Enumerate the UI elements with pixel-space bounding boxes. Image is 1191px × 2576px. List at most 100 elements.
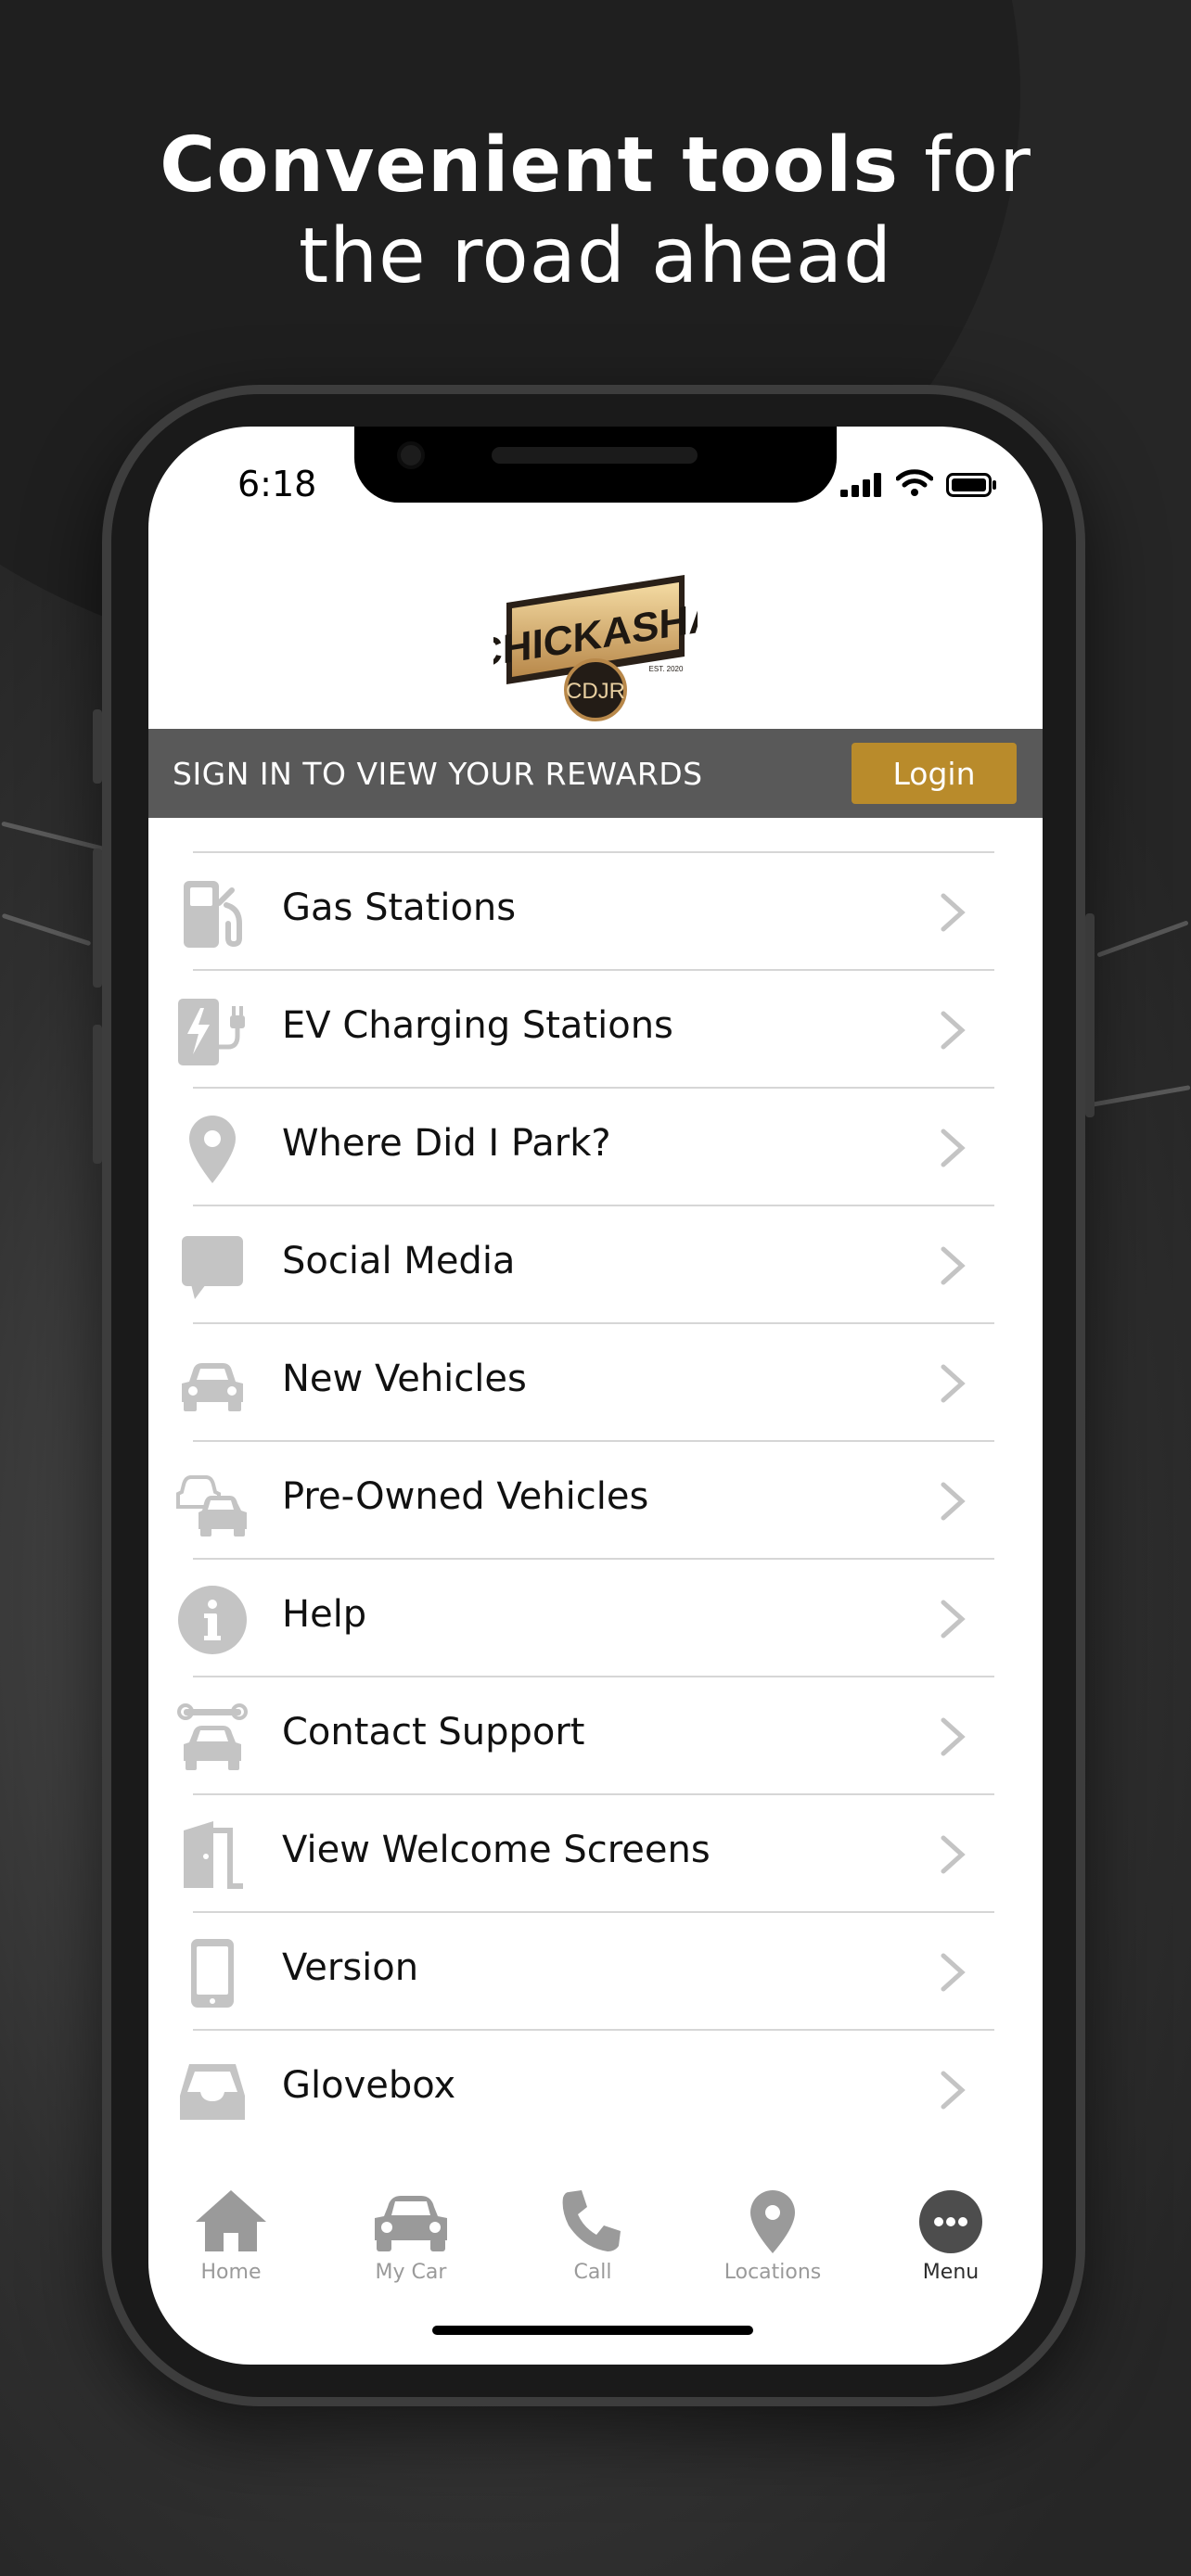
cars-icon — [176, 1466, 249, 1538]
tray-icon — [176, 2055, 249, 2127]
chevron-right-icon — [941, 1482, 966, 1521]
divider — [193, 851, 994, 853]
tab-bar: Home My Car Call Locations Menu — [148, 2188, 1043, 2290]
wrench-car-icon — [176, 1702, 249, 1774]
headline-line2: the road ahead — [298, 212, 893, 300]
divider — [193, 1087, 994, 1089]
tab-label: Locations — [724, 2261, 822, 2284]
wifi-icon — [896, 469, 933, 496]
headline-bold: Convenient tools — [160, 121, 900, 210]
menu-item-label: Pre-Owned Vehicles — [282, 1475, 649, 1518]
menu-item-glovebox[interactable]: Glovebox — [148, 2029, 1043, 2147]
menu-item-label: View Welcome Screens — [282, 1829, 711, 1871]
menu-item-ev-charging[interactable]: EV Charging Stations — [148, 969, 1043, 1087]
menu-item-label: Social Media — [282, 1240, 516, 1282]
tab-label: My Car — [375, 2261, 447, 2284]
car-icon — [176, 1348, 249, 1421]
speaker — [492, 447, 698, 464]
tab-label: Home — [200, 2261, 262, 2284]
divider — [193, 969, 994, 971]
menu-item-label: Glovebox — [282, 2064, 456, 2107]
menu-item-pre-owned-vehicles[interactable]: Pre-Owned Vehicles — [148, 1440, 1043, 1558]
chevron-right-icon — [941, 1835, 966, 1874]
headline: Convenient tools for the road ahead — [0, 121, 1191, 302]
login-button[interactable]: Login — [852, 743, 1017, 804]
menu-list: Gas Stations EV Charging Stations Where … — [148, 851, 1043, 2147]
chevron-right-icon — [941, 1953, 966, 1992]
menu-item-label: Version — [282, 1946, 419, 1989]
info-icon — [176, 1584, 249, 1656]
more-icon — [919, 2190, 982, 2253]
phone-side-button — [93, 848, 102, 988]
menu-item-new-vehicles[interactable]: New Vehicles — [148, 1322, 1043, 1440]
map-pin-icon — [750, 2190, 795, 2253]
menu-item-contact-support[interactable]: Contact Support — [148, 1676, 1043, 1793]
chevron-right-icon — [941, 1600, 966, 1639]
signal-icon — [840, 473, 881, 497]
dealer-logo: CHICKASHA CDJR EST. 2020 — [493, 575, 698, 721]
app-screen: 6:18 CHICKASHA CDJR EST. 2020 SIGN IN TO… — [148, 427, 1043, 2365]
background-streak — [1, 821, 110, 853]
status-time: 6:18 — [237, 464, 317, 504]
menu-item-gas-stations[interactable]: Gas Stations — [148, 851, 1043, 969]
menu-item-label: Gas Stations — [282, 886, 517, 929]
phone-side-button — [1085, 913, 1095, 1117]
ev-charger-icon — [176, 995, 249, 1067]
menu-item-label: Help — [282, 1593, 367, 1636]
home-indicator[interactable] — [432, 2326, 753, 2335]
chevron-right-icon — [941, 2071, 966, 2110]
tab-menu[interactable]: Menu — [881, 2188, 1020, 2284]
tab-call[interactable]: Call — [523, 2188, 662, 2284]
battery-icon — [946, 473, 996, 497]
divider — [193, 1322, 994, 1324]
divider — [193, 1558, 994, 1560]
menu-item-label: EV Charging Stations — [282, 1004, 673, 1047]
divider — [193, 1793, 994, 1795]
home-icon — [196, 2190, 266, 2251]
phone-icon — [176, 1937, 249, 2009]
phone-side-button — [93, 1025, 102, 1164]
camera — [397, 441, 425, 469]
svg-text:EST. 2020: EST. 2020 — [649, 665, 684, 673]
chevron-right-icon — [941, 1129, 966, 1167]
menu-item-where-did-i-park[interactable]: Where Did I Park? — [148, 1087, 1043, 1205]
rewards-bar: SIGN IN TO VIEW YOUR REWARDS Login — [148, 729, 1043, 818]
chevron-right-icon — [941, 1717, 966, 1756]
menu-item-view-welcome-screens[interactable]: View Welcome Screens — [148, 1793, 1043, 1911]
chevron-right-icon — [941, 1246, 966, 1285]
door-icon — [176, 1819, 249, 1892]
divider — [193, 2029, 994, 2031]
rewards-text: SIGN IN TO VIEW YOUR REWARDS — [173, 755, 703, 792]
map-pin-icon — [176, 1113, 249, 1185]
chevron-right-icon — [941, 893, 966, 932]
menu-item-label: Where Did I Park? — [282, 1122, 611, 1165]
notch — [354, 427, 837, 503]
divider — [193, 1676, 994, 1677]
svg-text:CDJR: CDJR — [566, 679, 625, 704]
tab-locations[interactable]: Locations — [703, 2188, 842, 2284]
divider — [193, 1205, 994, 1206]
tab-label: Call — [573, 2261, 612, 2284]
background-streak — [1085, 1085, 1191, 1108]
tab-home[interactable]: Home — [161, 2188, 301, 2284]
menu-item-label: Contact Support — [282, 1711, 585, 1753]
menu-item-help[interactable]: Help — [148, 1558, 1043, 1676]
car-icon — [375, 2196, 447, 2251]
headline-rest: for — [899, 121, 1031, 210]
chat-bubble-icon — [176, 1231, 249, 1303]
background-streak — [1, 912, 92, 947]
menu-item-label: New Vehicles — [282, 1358, 527, 1400]
divider — [193, 1911, 994, 1913]
menu-item-social-media[interactable]: Social Media — [148, 1205, 1043, 1322]
menu-item-version[interactable]: Version — [148, 1911, 1043, 2029]
gas-pump-icon — [176, 877, 249, 950]
phone-call-icon — [562, 2190, 621, 2251]
status-icons — [840, 469, 996, 497]
divider — [193, 1440, 994, 1442]
chevron-right-icon — [941, 1364, 966, 1403]
chevron-right-icon — [941, 1011, 966, 1050]
tab-my-car[interactable]: My Car — [341, 2188, 480, 2284]
tab-label: Menu — [922, 2261, 980, 2284]
background-streak — [1096, 920, 1189, 958]
phone-side-button — [93, 709, 102, 784]
